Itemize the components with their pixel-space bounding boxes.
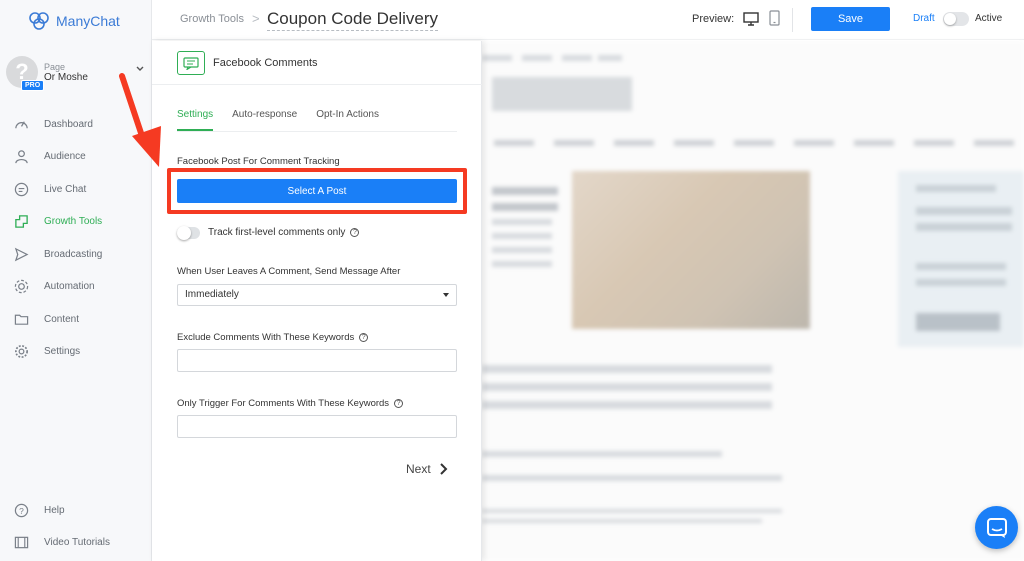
save-button[interactable]: Save: [811, 7, 890, 31]
gear-icon: [13, 344, 29, 360]
sidebar-item-label: Automation: [44, 281, 95, 293]
chevron-right-icon: [439, 463, 448, 475]
help-icon[interactable]: ?: [350, 228, 360, 237]
tab-auto-response[interactable]: Auto-response: [232, 109, 297, 131]
send-after-select[interactable]: Immediately: [177, 284, 457, 306]
avatar: ? PRO: [6, 56, 45, 91]
support-chat-button[interactable]: [975, 506, 1018, 549]
speedometer-icon: [13, 116, 29, 132]
comment-icon: [177, 51, 205, 75]
divider: [177, 131, 457, 132]
app-name: ManyChat: [56, 13, 120, 29]
chat-bubble-icon: [986, 517, 1007, 538]
growth-tool-settings-panel: Facebook Comments Settings Auto-response…: [152, 41, 482, 561]
sidebar-item-label: Help: [44, 504, 65, 516]
divider: [792, 8, 793, 32]
sidebar-item-broadcasting[interactable]: Broadcasting: [0, 238, 152, 271]
trigger-keywords-label: Only Trigger For Comments With These Key…: [177, 398, 404, 409]
next-button[interactable]: Next: [406, 460, 451, 478]
mobile-icon[interactable]: [769, 10, 780, 26]
draft-label: Draft: [913, 13, 935, 24]
sidebar-item-label: Broadcasting: [44, 248, 103, 260]
sidebar-item-content[interactable]: Content: [0, 303, 152, 336]
sidebar-item-label: Audience: [44, 151, 86, 163]
next-label: Next: [406, 462, 431, 476]
exclude-keywords-label: Exclude Comments With These Keywords?: [177, 332, 369, 343]
sidebar-item-label: Live Chat: [44, 183, 87, 195]
panel-tabs: Settings Auto-response Opt-In Actions: [177, 109, 398, 131]
track-first-level-toggle[interactable]: [177, 226, 200, 240]
help-icon: ?: [13, 502, 29, 518]
page-title[interactable]: Coupon Code Delivery: [267, 9, 439, 31]
pro-badge: PRO: [21, 80, 45, 91]
exclude-keywords-input[interactable]: [177, 349, 457, 372]
manychat-logo-icon: [29, 12, 49, 30]
user-icon: [13, 149, 29, 165]
tab-settings[interactable]: Settings: [177, 109, 214, 131]
sidebar-item-label: Growth Tools: [44, 216, 103, 228]
draft-active-toggle[interactable]: [943, 12, 969, 26]
sidebar-item-label: Video Tutorials: [44, 537, 110, 549]
select-post-button[interactable]: Select A Post: [177, 179, 457, 203]
sidebar-item-help[interactable]: ? Help: [0, 494, 152, 527]
send-after-label: When User Leaves A Comment, Send Message…: [177, 266, 401, 277]
sidebar-item-label: Content: [44, 313, 80, 325]
tab-opt-in-actions[interactable]: Opt-In Actions: [316, 109, 379, 131]
breadcrumb-growth-tools[interactable]: Growth Tools: [180, 13, 244, 25]
growth-tools-icon: [13, 214, 29, 230]
send-icon: [13, 246, 29, 262]
sidebar-bottom-nav: ? Help Video Tutorials: [0, 494, 152, 559]
manychat-logo[interactable]: ManyChat: [28, 10, 120, 32]
folder-icon: [13, 311, 29, 327]
active-label: Active: [975, 13, 1003, 24]
automation-icon: [13, 279, 29, 295]
sidebar-item-automation[interactable]: Automation: [0, 271, 152, 304]
send-after-value: Immediately: [185, 289, 239, 300]
film-icon: [13, 535, 29, 551]
panel-title: Facebook Comments: [213, 57, 318, 69]
help-icon[interactable]: ?: [394, 399, 404, 408]
chat-icon: [13, 181, 29, 197]
caret-down-icon: [443, 293, 449, 297]
page-name: Or Moshe: [44, 71, 88, 83]
breadcrumb-separator: >: [252, 11, 260, 26]
sidebar-item-video-tutorials[interactable]: Video Tutorials: [0, 527, 152, 560]
panel-header: Facebook Comments: [152, 41, 482, 85]
sidebar-item-label: Settings: [44, 346, 81, 358]
desktop-icon[interactable]: [743, 12, 759, 26]
sidebar-item-growth-tools[interactable]: Growth Tools: [0, 206, 152, 239]
sidebar-item-settings[interactable]: Settings: [0, 336, 152, 369]
help-icon[interactable]: ?: [359, 333, 369, 342]
svg-text:?: ?: [19, 506, 24, 516]
post-tracking-label: Facebook Post For Comment Tracking: [177, 156, 340, 167]
sidebar-item-label: Dashboard: [44, 118, 93, 130]
top-bar: Growth Tools > Coupon Code Delivery Prev…: [152, 0, 1024, 40]
annotation-arrow-icon: [119, 73, 161, 167]
trigger-keywords-input[interactable]: [177, 415, 457, 438]
preview-label: Preview:: [692, 13, 735, 25]
track-first-level-label: Track first-level comments only?: [208, 227, 360, 238]
page-label: Page: [44, 61, 66, 72]
blurred-page-preview: [482, 41, 1024, 561]
